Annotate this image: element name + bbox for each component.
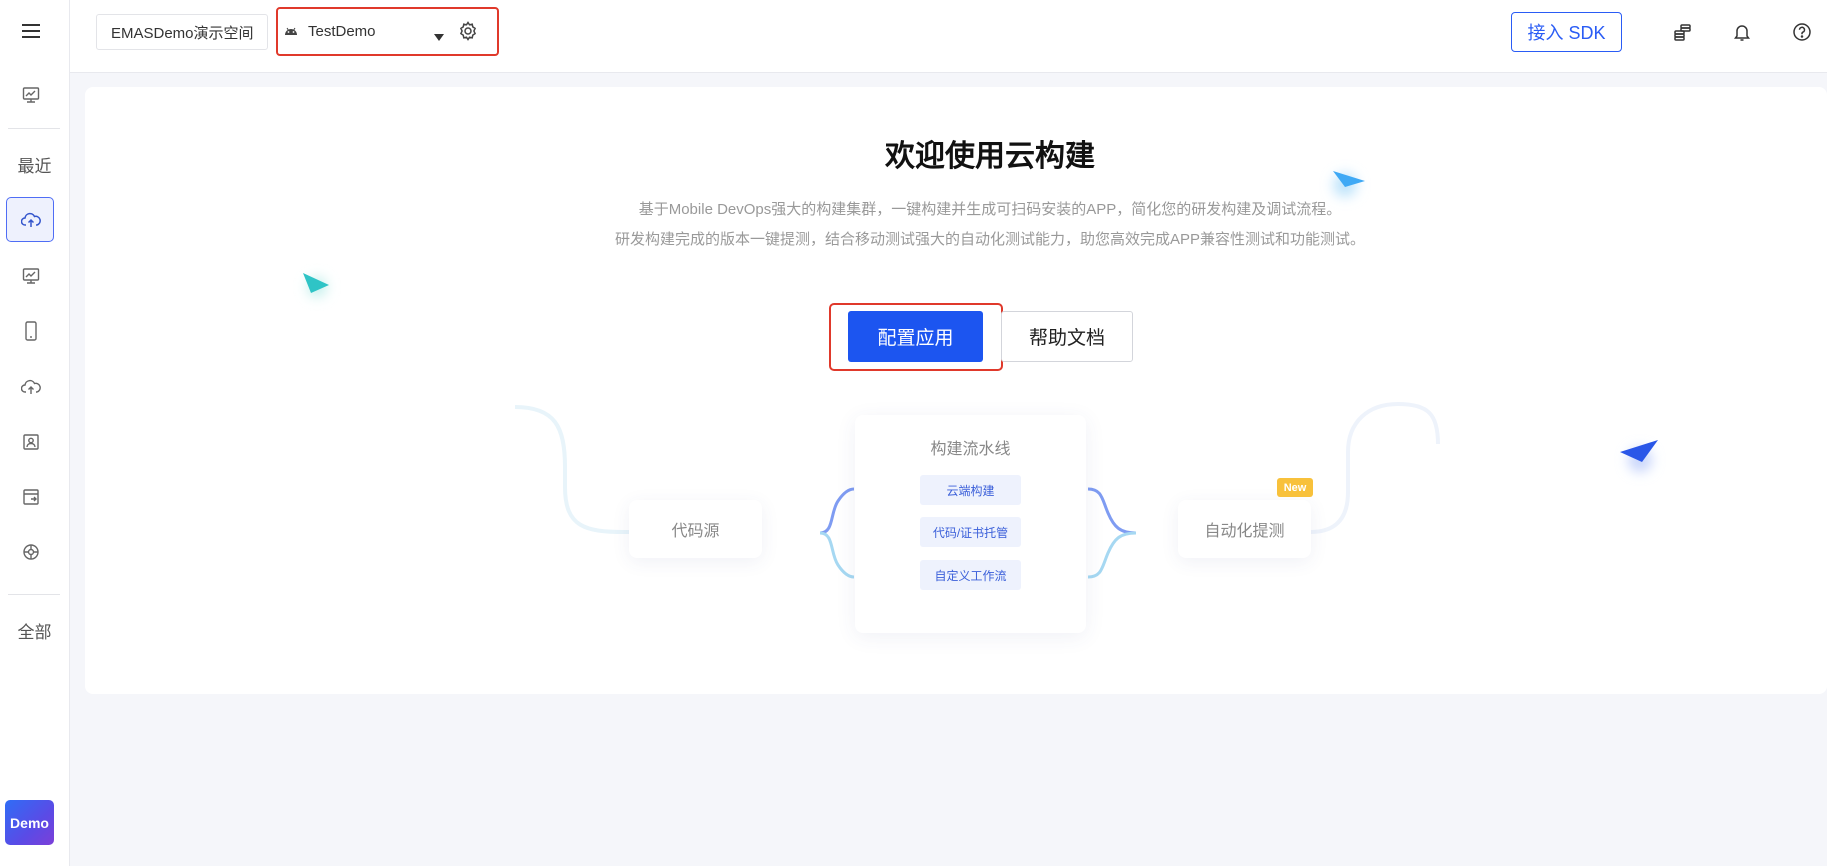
- build-pipeline-card: 构建流水线 云端构建 代码/证书托管 自定义工作流: [855, 415, 1086, 633]
- pipeline-step: 代码/证书托管: [920, 517, 1021, 547]
- pipeline-step: 云端构建: [920, 475, 1021, 505]
- code-source-card: 代码源: [629, 500, 762, 558]
- paper-plane-icon: [1620, 440, 1658, 472]
- auto-test-card: 自动化提测: [1178, 500, 1311, 558]
- configure-app-button[interactable]: 配置应用: [848, 311, 983, 362]
- pipeline-step: 自定义工作流: [920, 560, 1021, 590]
- paper-plane-icon: [303, 273, 329, 297]
- paper-plane-icon: [1333, 171, 1365, 197]
- new-badge: New: [1277, 478, 1313, 497]
- help-docs-button[interactable]: 帮助文档: [1001, 311, 1133, 362]
- pipeline-title: 构建流水线: [930, 441, 1011, 458]
